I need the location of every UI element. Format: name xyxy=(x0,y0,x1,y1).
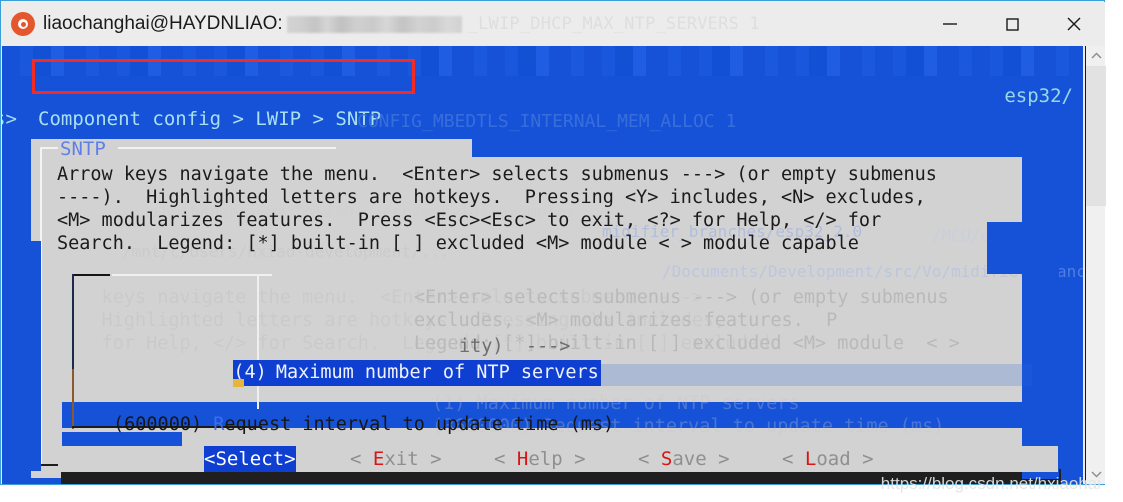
window-title: liaochanghai@HAYDNLIAO: xyxy=(43,13,283,34)
menu-item-hotkey: R xyxy=(213,414,225,435)
esp32-path-label: esp32/ xyxy=(1004,85,1073,107)
window-controls xyxy=(919,2,1105,46)
page-margin-right xyxy=(1105,0,1123,502)
window-titlebar: liaochanghai@HAYDNLIAO: _LWIP_DHCP_MAX_N… xyxy=(2,2,1105,46)
scrollbar-thumb[interactable] xyxy=(1086,66,1106,206)
screenshot-root: liaochanghai@HAYDNLIAO: _LWIP_DHCP_MAX_N… xyxy=(0,0,1123,502)
exit-hotkey: E xyxy=(372,448,385,470)
title-redacted-region xyxy=(286,15,462,33)
menu-item-max-ntp-servers[interactable]: (4) Maximum number of NTP servers xyxy=(233,360,601,387)
scroll-up-icon[interactable] xyxy=(1086,46,1106,66)
menu-item-value: (600000) xyxy=(113,414,203,435)
menu-item-trailing-ghost: ity) ---> xyxy=(459,336,571,357)
watermark: https://blog.csdn.net/hxiaohai xyxy=(880,474,1101,493)
minimize-button[interactable] xyxy=(919,2,981,46)
ubuntu-icon xyxy=(11,12,35,36)
breadcrumb-prefix: s> xyxy=(2,108,17,130)
load-hotkey: L xyxy=(804,448,817,470)
title-ghost-text: _LWIP_DHCP_MAX_NTP_SERVERS 1 xyxy=(467,14,760,34)
menu-row: (4) Maximum number of NTP servers ity) ---… xyxy=(122,334,614,387)
terminal-scrollbar[interactable] xyxy=(1085,46,1106,484)
help-hotkey: H xyxy=(516,448,529,470)
breadcrumb-ghost-text: CONFIG_MBEDTLS_INTERNAL_MEM_ALLOC 1 xyxy=(357,111,737,132)
menu-item-label: Maximum number of NTP servers xyxy=(275,362,599,383)
dialog-button-bar: <Select> < Exit > < Help > < Save > < Lo… xyxy=(58,446,1058,472)
breadcrumb-highlight-box xyxy=(32,59,415,94)
terminal-content[interactable]: esp32/ s> Component config > LWIP > SNTP… xyxy=(2,46,1083,484)
terminal-window: liaochanghai@HAYDNLIAO: _LWIP_DHCP_MAX_N… xyxy=(0,0,1106,485)
redraw-block xyxy=(1022,139,1059,479)
dialog-title: SNTP xyxy=(60,138,106,160)
load-button[interactable]: < Load > xyxy=(782,446,874,472)
maximize-button[interactable] xyxy=(981,2,1043,46)
redraw-block xyxy=(472,139,1032,157)
exit-button[interactable]: < Exit > xyxy=(350,446,442,472)
help-button[interactable]: < Help > xyxy=(494,446,586,472)
value-cursor: (4) xyxy=(233,360,267,387)
dialog-border-top-right xyxy=(136,147,336,149)
breadcrumb-path: Component config > LWIP > SNTP xyxy=(38,108,382,130)
dialog-help-text: Arrow keys navigate the menu. <Enter> se… xyxy=(57,164,937,254)
save-hotkey: S xyxy=(660,448,673,470)
select-button[interactable]: <Select> xyxy=(204,446,296,472)
close-button[interactable] xyxy=(1043,2,1105,46)
save-button[interactable]: < Save > xyxy=(638,446,730,472)
redraw-block xyxy=(31,241,41,471)
breadcrumb: s> Component config > LWIP > SNTP CONFIG… xyxy=(2,108,1083,134)
dialog-border-top-left xyxy=(40,147,58,149)
dialog-border-top-mid xyxy=(118,147,136,149)
menu-item-label: equest interval to update time (ms) xyxy=(224,414,615,435)
menu-item-request-interval[interactable]: (600000) Request interval to update time… xyxy=(113,412,614,438)
select-button-label: <Select> xyxy=(204,448,296,470)
